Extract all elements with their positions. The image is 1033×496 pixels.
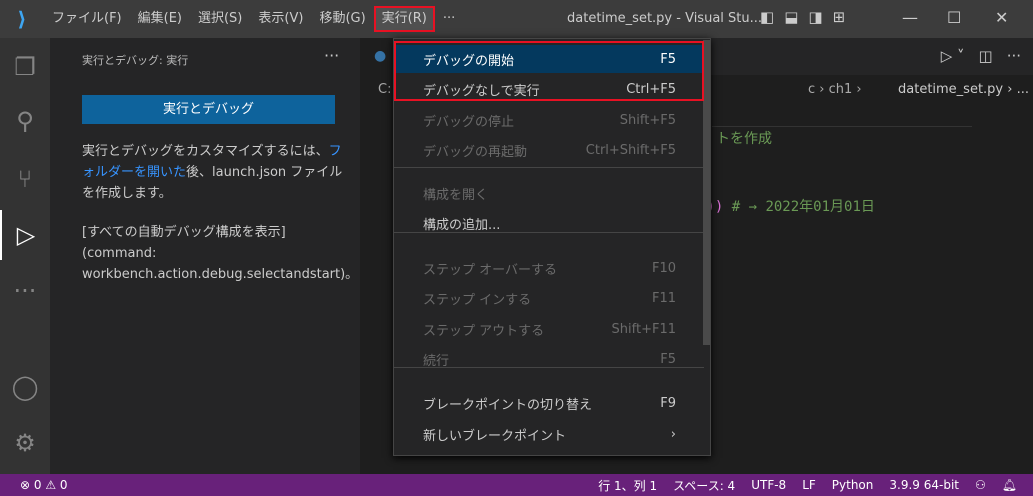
code-line-print: ')) # → 2022年01月01日 — [698, 199, 875, 215]
menu-item-label: デバッグなしで実行 — [423, 83, 540, 99]
run-debug-sidebar: 実行とデバッグ: 実行 ··· 実行とデバッグ 実行とデバッグをカスタマイズする… — [50, 38, 360, 474]
menu-item-label: ステップ オーバーする — [423, 262, 558, 278]
code-line-comment: トを作成 — [716, 131, 772, 147]
menu-item-shortcut: Shift+F11 — [611, 321, 676, 337]
feedback-icon[interactable]: ⚇ — [967, 478, 994, 492]
menu-item-shortcut: Ctrl+F5 — [626, 81, 676, 97]
menu-item: ステップ インする F11 — [394, 284, 704, 312]
run-python-file-icon[interactable]: ▷ ˅ — [941, 47, 965, 65]
menu-item-label: 続行 — [423, 353, 450, 369]
search-icon[interactable]: ⚲ — [0, 96, 50, 146]
sidebar-title: 実行とデバッグ: 実行 — [82, 54, 189, 67]
run-menu-dropdown: デバッグの開始 F5 デバッグなしで実行 Ctrl+F5 デバッグの停止 Shift+F5… — [393, 38, 711, 456]
status-bar: ⊗ 0 ⚠ 0 行 1、列 1 スペース: 4 UTF-8 LF Python … — [0, 474, 1033, 496]
toggle-secondary-sidebar-icon[interactable]: ◨ — [808, 8, 822, 26]
account-icon[interactable]: ◯ — [0, 362, 50, 412]
toggle-panel-icon[interactable]: ⬓ — [784, 8, 798, 26]
menu-item[interactable]: 新しいブレークポイント › — [394, 420, 704, 448]
menu-3[interactable]: 表示(V) — [250, 6, 311, 32]
menu-item-shortcut: F5 — [660, 51, 676, 67]
menu-item-label: ステップ インする — [423, 292, 532, 308]
menu-separator — [394, 367, 704, 368]
encoding[interactable]: UTF-8 — [743, 478, 794, 492]
menu-item-shortcut: Shift+F5 — [619, 112, 676, 128]
indentation[interactable]: スペース: 4 — [665, 477, 743, 494]
menu-item: デバッグの再起動 Ctrl+Shift+F5 — [394, 136, 704, 164]
menu-5[interactable]: 実行(R) — [373, 6, 435, 32]
menu-item: 構成を開く — [394, 179, 704, 207]
menu-item-label: 新しいブレークポイント — [423, 428, 567, 444]
maximize-button[interactable]: ☐ — [947, 8, 961, 27]
menu-item-shortcut: Ctrl+Shift+F5 — [585, 142, 676, 158]
menu-item-shortcut: F5 — [660, 351, 676, 367]
menu-item-label: ブレークポイントの切り替え — [423, 397, 593, 413]
menu-item-label: 構成の追加... — [423, 217, 501, 233]
python-interpreter[interactable]: 3.9.9 64-bit — [881, 478, 967, 492]
menu-4[interactable]: 移動(G) — [311, 6, 373, 32]
explorer-icon[interactable]: ❐ — [0, 42, 50, 92]
menu-item-shortcut: › — [670, 426, 676, 442]
menu-item[interactable]: デバッグの開始 F5 — [394, 45, 704, 73]
menu-scrollbar[interactable] — [703, 40, 710, 345]
menu-separator — [394, 167, 704, 168]
title-bar: ⟩ ファイル(F) 編集(E) 選択(S) 表示(V) 移動(G) 実行(R) ··· da… — [0, 0, 1033, 38]
sidebar-hint: [すべての自動デバッグ構成を表示] (command: workbench.acti… — [82, 225, 359, 282]
notifications-bell-icon[interactable]: 🔔︎ — [994, 478, 1025, 492]
split-editor-icon[interactable]: ◫ — [979, 47, 993, 65]
customize-layout-icon[interactable]: ⊞ — [833, 8, 846, 26]
source-control-icon[interactable]: ⑂ — [0, 154, 50, 204]
activity-bar: ❐ ⚲ ⑂ ▷ ··· ◯ ⚙ — [0, 38, 50, 474]
menu-item-shortcut: F10 — [651, 260, 676, 276]
run-and-debug-button[interactable]: 実行とデバッグ — [82, 95, 335, 124]
menu-item-label: 構成を開く — [423, 187, 489, 203]
more-actions-icon[interactable]: ··· — [1007, 47, 1021, 65]
more-actions-icon[interactable]: ··· — [324, 46, 339, 65]
menu-1[interactable]: 編集(E) — [130, 6, 190, 32]
menu-0[interactable]: ファイル(F) — [44, 6, 130, 32]
menu-item-label: デバッグの停止 — [423, 114, 515, 130]
end-of-line[interactable]: LF — [794, 478, 824, 492]
language-mode[interactable]: Python — [824, 478, 882, 492]
close-button[interactable]: ✕ — [995, 8, 1008, 27]
menu-item-label: ステップ アウトする — [423, 323, 545, 339]
vscode-logo-icon: ⟩ — [17, 7, 27, 31]
menu-2[interactable]: 選択(S) — [190, 6, 250, 32]
minimize-button[interactable]: — — [902, 8, 918, 27]
menu-item: デバッグの停止 Shift+F5 — [394, 106, 704, 134]
menu-item-shortcut: F9 — [660, 395, 676, 411]
cursor-position[interactable]: 行 1、列 1 — [590, 477, 665, 494]
menu-item-label: デバッグの再起動 — [423, 144, 528, 160]
menu-item: 続行 F5 — [394, 345, 704, 373]
menu-item: ステップ オーバーする F10 — [394, 254, 704, 282]
toggle-sidebar-icon[interactable]: ◧ — [760, 8, 774, 26]
menu-item: ステップ アウトする Shift+F11 — [394, 315, 704, 343]
menu-item[interactable]: デバッグなしで実行 Ctrl+F5 — [394, 75, 704, 103]
settings-gear-icon[interactable]: ⚙ — [0, 418, 50, 468]
menu-separator — [394, 232, 704, 233]
run-debug-icon[interactable]: ▷ — [0, 210, 50, 260]
menu-item-shortcut: F11 — [651, 290, 676, 306]
breadcrumb: C: c › ch1 › datetime_set.py › ... — [378, 82, 1029, 97]
menu-item[interactable]: ブレークポイントの切り替え F9 — [394, 389, 704, 417]
problems-status[interactable]: ⊗ 0 ⚠ 0 — [12, 478, 76, 492]
more-icon[interactable]: ··· — [0, 266, 50, 316]
menu-item-label: デバッグの開始 — [423, 53, 515, 69]
sidebar-description: 実行とデバッグをカスタマイズするには、フォルダーを開いた後、launch.jso… — [82, 144, 343, 201]
menu-6[interactable]: ··· — [435, 6, 463, 32]
window-title: datetime_set.py - Visual Stu... — [567, 11, 763, 26]
